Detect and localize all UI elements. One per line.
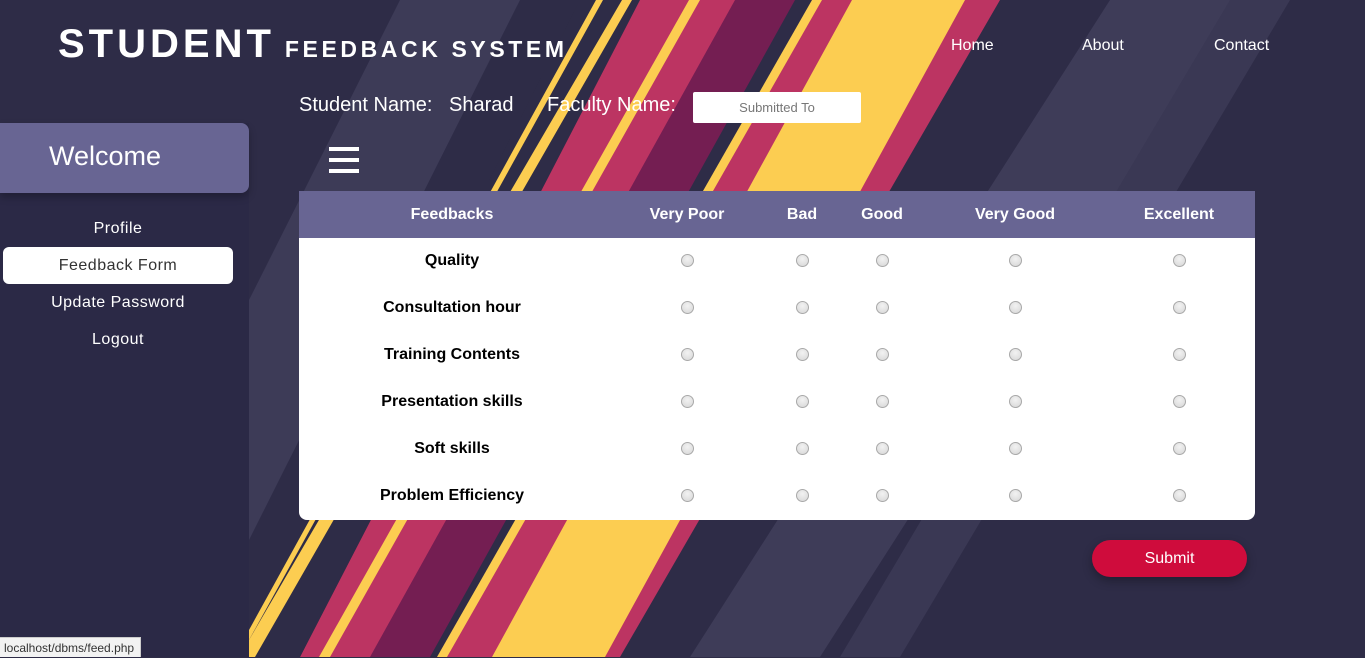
feedback-criterion-label: Consultation hour (383, 299, 521, 316)
rating-radio[interactable] (681, 489, 694, 502)
rating-radio[interactable] (876, 348, 889, 361)
nav-about-link[interactable]: About (1082, 37, 1124, 55)
submit-button[interactable]: Submit (1092, 540, 1247, 577)
table-row: Consultation hour (299, 285, 1255, 332)
rating-radio[interactable] (1009, 348, 1022, 361)
nav-home-link[interactable]: Home (951, 37, 994, 55)
table-header: Feedbacks Very Poor Bad Good Very Good E… (299, 191, 1255, 238)
rating-radio[interactable] (1009, 254, 1022, 267)
column-header: Bad (786, 206, 818, 223)
table-row: Training Contents (299, 332, 1255, 379)
rating-radio[interactable] (1173, 348, 1186, 361)
sidebar-item-logout[interactable]: Logout (3, 321, 233, 358)
brand-subtitle: FEEDBACK SYSTEM (284, 36, 568, 62)
rating-radio[interactable] (796, 489, 809, 502)
feedback-criterion-label: Training Contents (384, 346, 520, 363)
rating-radio[interactable] (681, 301, 694, 314)
rating-radio[interactable] (876, 301, 889, 314)
column-header: Excellent (1143, 206, 1215, 223)
faculty-name-input[interactable] (693, 92, 861, 123)
sidebar: Welcome Profile Feedback Form Update Pas… (0, 123, 249, 657)
rating-radio[interactable] (1009, 301, 1022, 314)
rating-radio[interactable] (796, 348, 809, 361)
rating-radio[interactable] (796, 395, 809, 408)
table-row: Problem Efficiency (299, 473, 1255, 520)
feedback-criterion-label: Presentation skills (381, 393, 523, 410)
table-row: Quality (299, 238, 1255, 285)
welcome-text: Welcome (49, 141, 162, 171)
rating-radio[interactable] (796, 442, 809, 455)
rating-radio[interactable] (681, 348, 694, 361)
brand-title: STUDENT (58, 22, 275, 66)
rating-radio[interactable] (681, 442, 694, 455)
table-row: Presentation skills (299, 379, 1255, 426)
rating-radio[interactable] (1173, 442, 1186, 455)
column-header: Very Good (974, 206, 1056, 223)
status-bar-url: localhost/dbms/feed.php (0, 637, 142, 657)
faculty-name-label: Faculty Name: (547, 94, 676, 116)
column-header: Very Poor (649, 206, 725, 223)
welcome-panel: Welcome (0, 123, 249, 193)
hamburger-menu-icon[interactable] (329, 147, 359, 174)
feedback-criterion-label: Quality (424, 252, 480, 269)
rating-radio[interactable] (876, 489, 889, 502)
site-logo: STUDENT FEEDBACK SYSTEM (58, 22, 568, 67)
student-name-value: Sharad (449, 94, 514, 116)
rating-radio[interactable] (681, 254, 694, 267)
rating-radio[interactable] (1173, 489, 1186, 502)
nav-contact-link[interactable]: Contact (1214, 37, 1269, 55)
rating-radio[interactable] (1173, 301, 1186, 314)
student-name-label: Student Name: (299, 94, 433, 116)
column-header: Feedbacks (410, 206, 494, 223)
feedback-criterion-label: Soft skills (414, 440, 490, 457)
rating-radio[interactable] (1009, 395, 1022, 408)
rating-radio[interactable] (876, 442, 889, 455)
sidebar-item-feedback-form[interactable]: Feedback Form (3, 247, 233, 284)
feedback-table: Feedbacks Very Poor Bad Good Very Good E… (299, 191, 1255, 520)
rating-radio[interactable] (1173, 395, 1186, 408)
rating-radio[interactable] (796, 301, 809, 314)
rating-radio[interactable] (1173, 254, 1186, 267)
column-header: Good (861, 206, 903, 223)
rating-radio[interactable] (876, 254, 889, 267)
table-row: Soft skills (299, 426, 1255, 473)
feedback-criterion-label: Problem Efficiency (379, 487, 525, 504)
rating-radio[interactable] (1009, 442, 1022, 455)
rating-radio[interactable] (796, 254, 809, 267)
sidebar-item-profile[interactable]: Profile (3, 210, 233, 247)
sidebar-item-update-password[interactable]: Update Password (3, 284, 233, 321)
rating-radio[interactable] (1009, 489, 1022, 502)
rating-radio[interactable] (681, 395, 694, 408)
rating-radio[interactable] (876, 395, 889, 408)
